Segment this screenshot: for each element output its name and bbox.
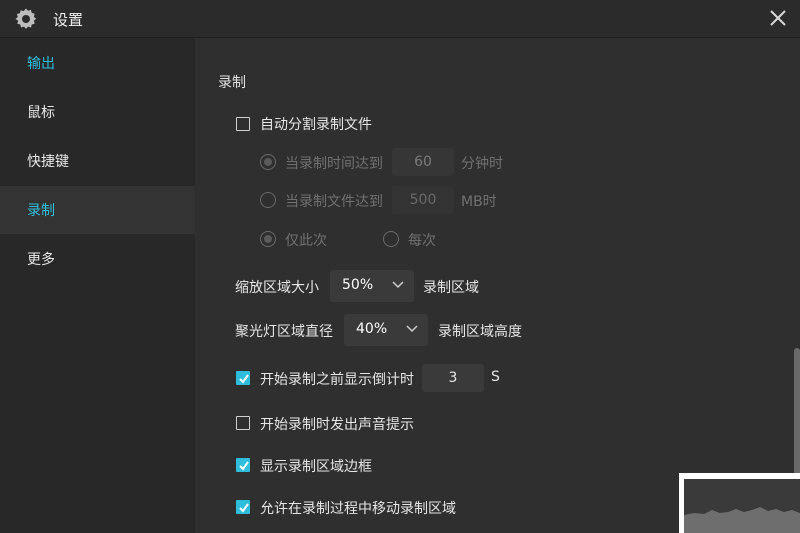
split-by-size-radio[interactable]: [260, 192, 276, 208]
checkmark-icon: [239, 461, 249, 471]
settings-sidebar: 输出 鼠标 快捷键 录制 更多: [0, 38, 195, 533]
countdown-unit: S: [491, 369, 500, 385]
sound-hint-checkbox[interactable]: [236, 416, 250, 430]
spotlight-select[interactable]: 40%: [344, 314, 428, 346]
every-time-label: 每次: [408, 233, 436, 249]
only-this-time-label: 仅此次: [285, 233, 327, 249]
sidebar-item-label: 更多: [27, 252, 55, 268]
spotlight-value: 40%: [356, 321, 388, 337]
section-title: 录制: [218, 75, 246, 91]
countdown-label: 开始录制之前显示倒计时: [260, 372, 414, 388]
waveform-graphic: [684, 507, 800, 533]
split-size-input[interactable]: 500: [392, 186, 454, 214]
sidebar-item-output[interactable]: 输出: [0, 39, 195, 87]
sidebar-item-hotkeys[interactable]: 快捷键: [0, 137, 195, 185]
only-this-time-radio[interactable]: [260, 231, 276, 247]
settings-content: 录制 自动分割录制文件 当录制时间达到 60 分钟时 当录制文件达到 500 M…: [195, 38, 800, 533]
split-by-time-radio[interactable]: [260, 154, 276, 170]
sidebar-item-label: 录制: [27, 203, 55, 219]
split-size-unit: MB时: [461, 194, 497, 210]
sidebar-item-mouse[interactable]: 鼠标: [0, 88, 195, 136]
allow-move-checkbox[interactable]: [236, 500, 250, 514]
zoom-area-value: 50%: [342, 277, 374, 293]
auto-split-checkbox[interactable]: [236, 117, 250, 131]
allow-move-label: 允许在录制过程中移动录制区域: [260, 501, 456, 517]
show-border-label: 显示录制区域边框: [260, 459, 372, 475]
close-icon[interactable]: [768, 8, 788, 28]
every-time-radio[interactable]: [383, 231, 399, 247]
split-by-time-label: 当录制时间达到: [285, 156, 383, 172]
sidebar-item-label: 输出: [27, 56, 55, 72]
title-bar: 设置: [0, 0, 800, 38]
sidebar-item-more[interactable]: 更多: [0, 235, 195, 283]
sidebar-item-label: 鼠标: [27, 105, 55, 121]
countdown-checkbox[interactable]: [236, 371, 250, 385]
zoom-area-suffix: 录制区域: [423, 280, 479, 296]
chevron-down-icon: [406, 325, 418, 333]
split-minutes-unit: 分钟时: [461, 156, 503, 172]
sidebar-item-recording[interactable]: 录制: [0, 186, 195, 234]
zoom-area-select[interactable]: 50%: [330, 270, 414, 302]
checkmark-icon: [239, 374, 249, 384]
auto-split-label: 自动分割录制文件: [260, 117, 372, 133]
spotlight-label: 聚光灯区域直径: [235, 324, 333, 340]
checkmark-icon: [239, 503, 249, 513]
countdown-input[interactable]: 3: [422, 364, 484, 392]
preview-image: [684, 479, 800, 533]
sidebar-item-label: 快捷键: [27, 154, 69, 170]
chevron-down-icon: [392, 281, 404, 289]
show-border-checkbox[interactable]: [236, 458, 250, 472]
preview-thumbnail: [679, 473, 800, 533]
gear-icon: [15, 8, 37, 29]
sound-hint-label: 开始录制时发出声音提示: [260, 417, 414, 433]
split-by-size-label: 当录制文件达到: [285, 194, 383, 210]
spotlight-suffix: 录制区域高度: [438, 324, 522, 340]
split-minutes-input[interactable]: 60: [392, 148, 454, 176]
zoom-area-label: 缩放区域大小: [235, 280, 319, 296]
window-title: 设置: [53, 11, 84, 29]
